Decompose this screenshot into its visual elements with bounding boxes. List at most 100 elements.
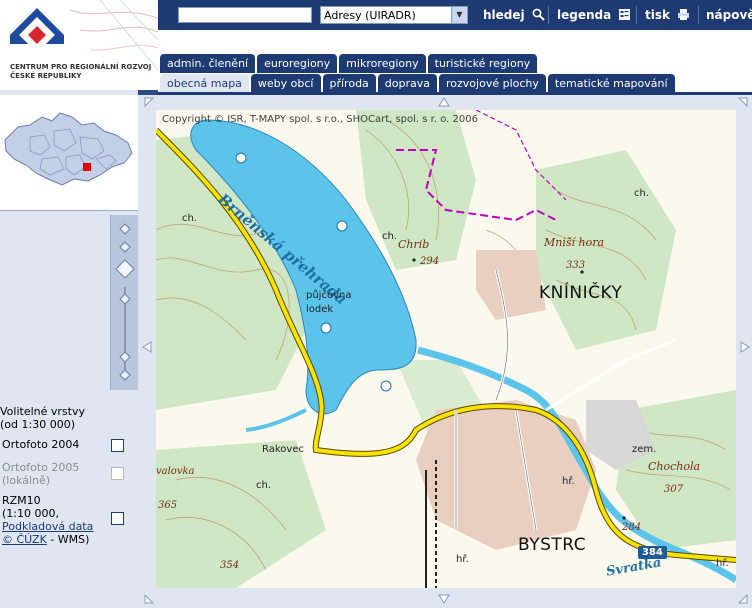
- tab-mikroregiony[interactable]: mikroregiony: [339, 54, 426, 73]
- village-label-kninicky: KNÍNIČKY: [539, 283, 623, 303]
- layer-ortofoto-2005-checkbox: [111, 467, 124, 480]
- tab-weby-obci[interactable]: weby obcí: [250, 74, 321, 93]
- admin-boundary: [475, 110, 567, 201]
- legend-button-label: legenda: [557, 8, 612, 22]
- app-root: CENTRUM PRO REGIONÁLNÍ ROZVOJ ČESKÉ REPU…: [0, 0, 752, 608]
- pan-up-icon[interactable]: [438, 97, 450, 107]
- playground-label: hř.: [716, 558, 729, 569]
- zoom-level-icon: [119, 293, 131, 305]
- overview-map[interactable]: [0, 95, 138, 211]
- forest-area: [536, 150, 676, 350]
- podkladova-data-link[interactable]: Podkladová data: [2, 520, 93, 533]
- zoom-control[interactable]: [110, 215, 138, 390]
- elevation-label: 354: [220, 560, 240, 571]
- layer-rzm10: RZM10 (1:10 000, Podkladová data © ČÚZK …: [2, 494, 93, 546]
- zoom-level-icon: [119, 351, 131, 363]
- elevation-label: 294: [420, 256, 440, 267]
- pan-left-icon[interactable]: [142, 341, 152, 353]
- boat-rental-label: lodek: [306, 304, 334, 315]
- pan-down-icon[interactable]: [438, 594, 450, 604]
- org-name-line1: CENTRUM PRO REGIONÁLNÍ ROZVOJ: [10, 63, 152, 71]
- layer-label: RZM10: [2, 494, 41, 507]
- playground-label: hř.: [456, 554, 469, 565]
- tab-rozvojove-plochy[interactable]: rozvojové plochy: [439, 74, 546, 93]
- pan-down-right-icon[interactable]: [738, 594, 748, 604]
- toolbar: Adresy (UIRADR) ▼ hledej legenda tisk ná…: [158, 0, 752, 30]
- road-number-label: 384: [638, 546, 667, 559]
- legend-icon: [619, 9, 631, 20]
- zoom-level-icon: [119, 223, 131, 235]
- legend-button[interactable]: legenda: [557, 7, 631, 23]
- village-label-bystrc: BYSTRC: [518, 535, 587, 555]
- playground-label: hř.: [562, 476, 575, 487]
- chevron-down-icon[interactable]: ▼: [451, 7, 467, 23]
- search-type-select[interactable]: Adresy (UIRADR) ▼: [320, 6, 468, 24]
- cottage-label: ch.: [182, 213, 198, 224]
- print-button-label: tisk: [645, 8, 670, 22]
- org-name-line2: ČESKÉ REPUBLIKY: [10, 72, 82, 80]
- search-type-value: Adresy (UIRADR): [324, 9, 416, 22]
- cottage-label: ch.: [382, 231, 398, 242]
- hill-label-mnisi-hora: Mniší hora: [544, 236, 605, 249]
- tab-admin-cleneni[interactable]: admin. členění: [160, 54, 256, 73]
- map-copyright: Copyright © ISR, T-MAPY spol. s r.o., SH…: [162, 114, 478, 125]
- current-location-marker: [83, 163, 91, 171]
- elevation-label: 365: [158, 500, 178, 511]
- tab-euroregiony[interactable]: euroregiony: [257, 54, 338, 73]
- optional-layers-title-line1: Volitelné vrstvy: [0, 405, 85, 418]
- place-label-valovka: valovka: [156, 466, 195, 477]
- pan-right-icon[interactable]: [740, 341, 750, 353]
- search-input[interactable]: [178, 7, 312, 23]
- hill-label-chochola: Chochola: [648, 460, 701, 473]
- cottage-label: ch.: [256, 480, 272, 491]
- zoom-level-icon: [119, 241, 131, 253]
- search-button-label: hledej: [483, 8, 525, 22]
- magnifier-icon: [532, 8, 545, 21]
- org-name: CENTRUM PRO REGIONÁLNÍ ROZVOJ ČESKÉ REPU…: [10, 63, 151, 81]
- cemetery-label: zem.: [632, 444, 657, 455]
- layer-rzm10-checkbox[interactable]: [111, 512, 124, 525]
- layer-label: Ortofoto 2004: [2, 438, 80, 451]
- elevation-label: 307: [664, 484, 684, 495]
- logo[interactable]: CENTRUM PRO REGIONÁLNÍ ROZVOJ ČESKÉ REPU…: [0, 0, 158, 90]
- layer-ortofoto-2004: Ortofoto 2004: [2, 438, 79, 451]
- layer-label-sub: (lokálně): [2, 474, 51, 487]
- stream: [245, 408, 307, 432]
- forest-area: [156, 440, 326, 588]
- layer-label: Ortofoto 2005: [2, 461, 80, 474]
- layer-ortofoto-2005: Ortofoto 2005 (lokálně): [2, 461, 79, 487]
- tab-tematicke-mapovani[interactable]: tematické mapování: [547, 74, 675, 93]
- tab-priroda[interactable]: příroda: [322, 74, 376, 93]
- boat-rental-label: půjčovna: [306, 290, 352, 301]
- pan-up-left-icon[interactable]: [144, 97, 154, 107]
- layer-ortofoto-2004-checkbox[interactable]: [111, 439, 124, 452]
- elevation-label: 333: [566, 260, 586, 271]
- help-button[interactable]: nápověda: [706, 7, 752, 23]
- hill-label-chrib: Chrib: [398, 238, 430, 251]
- tab-turisticke-regiony[interactable]: turistické regiony: [427, 54, 538, 73]
- map-drawing: [156, 110, 736, 588]
- toolbar-divider: [636, 6, 637, 24]
- tab-obecna-mapa[interactable]: obecná mapa: [160, 74, 249, 93]
- cottage-label: ch.: [634, 188, 650, 199]
- crr-logo-icon: [10, 8, 64, 64]
- tab-doprava[interactable]: doprava: [377, 74, 438, 93]
- printer-icon: [678, 9, 690, 20]
- zoom-out-icon[interactable]: [119, 369, 131, 381]
- zoom-in-icon[interactable]: [115, 259, 135, 279]
- tab-row-2: obecná mapa weby obcí příroda doprava ro…: [160, 74, 677, 93]
- elevation-label: 284: [622, 522, 642, 533]
- search-button[interactable]: hledej: [483, 7, 545, 23]
- built-up-area: [416, 400, 596, 550]
- layer-label-suffix: - WMS): [46, 533, 90, 546]
- optional-layers-title-line2: (od 1:30 000): [0, 418, 75, 431]
- pan-up-right-icon[interactable]: [738, 97, 748, 107]
- place-label-rakovec: Rakovec: [262, 444, 304, 455]
- cuzk-link[interactable]: © ČÚZK: [2, 533, 47, 546]
- built-up-area: [476, 250, 546, 320]
- pan-down-left-icon[interactable]: [144, 594, 154, 604]
- map-canvas[interactable]: Copyright © ISR, T-MAPY spol. s r.o., SH…: [156, 110, 736, 588]
- print-button[interactable]: tisk: [645, 7, 690, 23]
- optional-layers-title: Volitelné vrstvy (od 1:30 000): [0, 405, 85, 431]
- layer-label-sub: (1:10 000,: [2, 507, 59, 520]
